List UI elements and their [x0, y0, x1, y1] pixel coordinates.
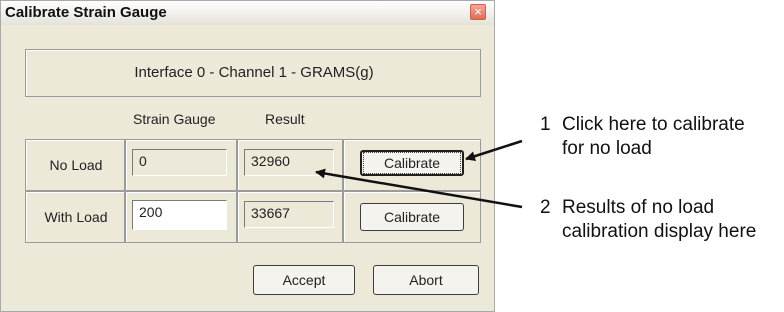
channel-info-panel: Interface 0 - Channel 1 - GRAMS(g) — [25, 49, 481, 97]
with-load-strain-cell: 200 — [125, 191, 237, 243]
callout-2-line2: calibration display here — [562, 221, 757, 242]
calibrate-dialog: Calibrate Strain Gauge × Interface 0 - C… — [0, 0, 495, 312]
column-header-result: Result — [265, 111, 305, 127]
callout-1-line2: for no load — [562, 138, 652, 159]
with-load-button-cell: Calibrate — [343, 191, 481, 243]
no-load-label-cell: No Load — [25, 139, 125, 191]
callout-1-line1: Click here to calibrate — [562, 114, 745, 135]
no-load-result-cell: 32960 — [237, 139, 343, 191]
no-load-calibrate-label: Calibrate — [362, 152, 462, 174]
channel-info-text: Interface 0 - Channel 1 - GRAMS(g) — [134, 64, 374, 81]
with-load-label: With Load — [44, 209, 108, 225]
close-icon[interactable]: × — [470, 4, 486, 20]
window-title: Calibrate Strain Gauge — [5, 4, 167, 21]
no-load-label: No Load — [49, 157, 103, 173]
abort-button[interactable]: Abort — [373, 265, 479, 295]
with-load-calibrate-button[interactable]: Calibrate — [360, 203, 464, 231]
callout-1: 1 Click here to calibrate for no load — [540, 113, 745, 161]
title-bar[interactable]: Calibrate Strain Gauge × — [1, 1, 494, 25]
accept-button[interactable]: Accept — [253, 265, 355, 295]
no-load-strain-cell: 0 — [125, 139, 237, 191]
with-load-label-cell: With Load — [25, 191, 125, 243]
no-load-button-cell: Calibrate — [343, 139, 481, 191]
with-load-result-cell: 33667 — [237, 191, 343, 243]
with-load-strain-gauge-input[interactable]: 200 — [132, 200, 227, 230]
callout-2-line1: Results of no load — [562, 197, 715, 218]
callout-1-number: 1 — [540, 114, 551, 135]
column-header-strain-gauge: Strain Gauge — [133, 111, 216, 127]
with-load-result-value: 33667 — [244, 201, 334, 228]
callout-2-number: 2 — [540, 197, 551, 218]
no-load-strain-gauge-value: 0 — [132, 149, 227, 176]
callout-2: 2 Results of no load calibration display … — [540, 196, 756, 244]
no-load-result-value: 32960 — [244, 149, 334, 176]
no-load-calibrate-button[interactable]: Calibrate — [360, 150, 464, 176]
